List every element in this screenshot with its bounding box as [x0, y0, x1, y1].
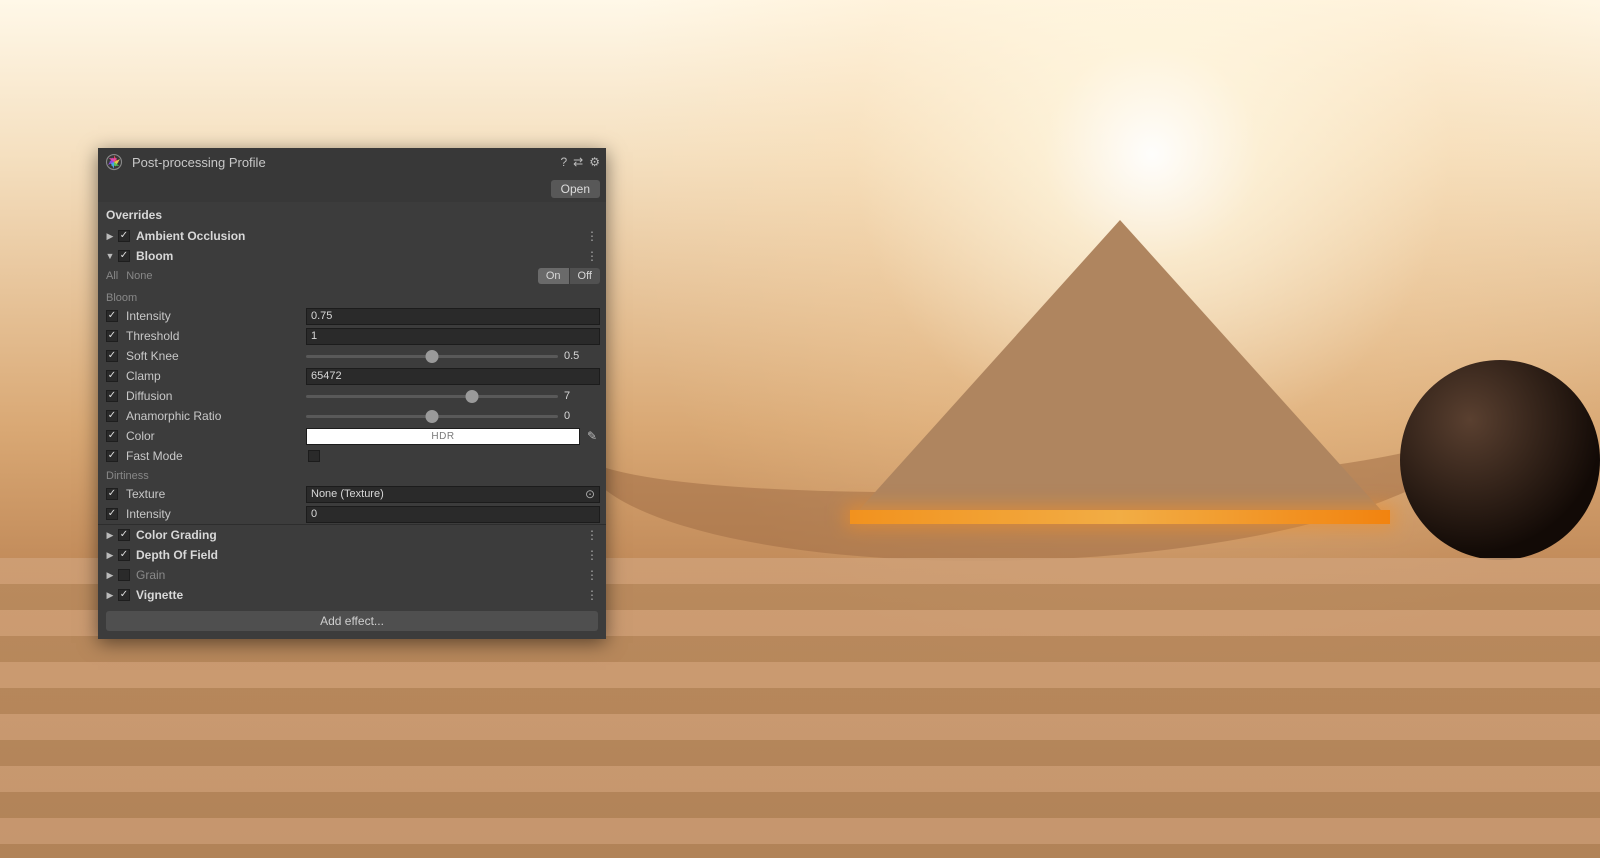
override-label: Vignette [136, 588, 584, 602]
all-none-row: All None On Off [98, 266, 606, 288]
foldout-icon[interactable]: ▶ [104, 570, 116, 581]
checkbox-vignette[interactable] [118, 589, 130, 601]
prop-threshold: Threshold [98, 326, 606, 346]
foldout-icon[interactable]: ▶ [104, 590, 116, 601]
checkbox[interactable] [106, 310, 118, 322]
soft-knee-slider[interactable] [306, 355, 558, 358]
prop-diffusion: Diffusion 7 [98, 386, 606, 406]
prop-label: Diffusion [126, 389, 306, 403]
clamp-field[interactable] [306, 368, 600, 385]
dirt-texture-field[interactable] [306, 486, 600, 503]
anamorphic-slider[interactable] [306, 415, 558, 418]
prop-clamp: Clamp [98, 366, 606, 386]
aperture-icon [104, 152, 124, 172]
checkbox[interactable] [106, 430, 118, 442]
panel-header: Post-processing Profile ? ⇄ ⚙ [98, 148, 606, 176]
checkbox[interactable] [106, 488, 118, 500]
help-icon[interactable]: ? [560, 155, 567, 169]
diffusion-slider[interactable] [306, 395, 558, 398]
open-row: Open [98, 176, 606, 202]
checkbox[interactable] [106, 350, 118, 362]
prop-label: Color [126, 429, 306, 443]
group-label-dirtiness: Dirtiness [98, 466, 606, 484]
diffusion-value[interactable]: 7 [564, 390, 600, 402]
override-color-grading[interactable]: ▶ Color Grading ⋮ [98, 525, 606, 545]
eyedropper-icon[interactable]: ✎ [584, 429, 600, 443]
kebab-icon[interactable]: ⋮ [584, 229, 600, 243]
override-vignette[interactable]: ▶ Vignette ⋮ [98, 585, 606, 605]
foldout-icon[interactable]: ▶ [104, 231, 116, 242]
fast-mode-checkbox-value[interactable] [308, 450, 320, 462]
override-label: Bloom [136, 249, 584, 263]
group-label-bloom: Bloom [98, 288, 606, 306]
override-label: Color Grading [136, 528, 584, 542]
kebab-icon[interactable]: ⋮ [584, 249, 600, 263]
checkbox[interactable] [106, 330, 118, 342]
override-depth-of-field[interactable]: ▶ Depth Of Field ⋮ [98, 545, 606, 565]
prop-fast-mode: Fast Mode [98, 446, 606, 466]
checkbox[interactable] [106, 450, 118, 462]
prop-anamorphic-ratio: Anamorphic Ratio 0 [98, 406, 606, 426]
prop-label: Texture [126, 487, 306, 501]
none-link[interactable]: None [126, 270, 152, 282]
override-label: Grain [136, 568, 584, 582]
all-link[interactable]: All [106, 270, 118, 282]
override-bloom[interactable]: ▼ Bloom ⋮ [98, 246, 606, 266]
checkbox[interactable] [106, 410, 118, 422]
postprocess-panel: Post-processing Profile ? ⇄ ⚙ Open Overr… [98, 148, 606, 639]
checkbox-color-grading[interactable] [118, 529, 130, 541]
prop-color: Color HDR ✎ [98, 426, 606, 446]
prop-label: Intensity [126, 309, 306, 323]
override-label: Depth Of Field [136, 548, 584, 562]
toggle-off[interactable]: Off [569, 268, 600, 284]
panel-title: Post-processing Profile [132, 155, 560, 170]
checkbox[interactable] [106, 370, 118, 382]
prop-label: Threshold [126, 329, 306, 343]
color-swatch[interactable]: HDR [306, 428, 580, 445]
gear-icon[interactable]: ⚙ [589, 155, 600, 169]
toggle-on[interactable]: On [538, 268, 569, 284]
foldout-icon[interactable]: ▶ [104, 530, 116, 541]
checkbox-depth-of-field[interactable] [118, 549, 130, 561]
add-effect-button[interactable]: Add effect... [106, 611, 598, 631]
checkbox-bloom[interactable] [118, 250, 130, 262]
kebab-icon[interactable]: ⋮ [584, 528, 600, 542]
override-label: Ambient Occlusion [136, 229, 584, 243]
override-ambient-occlusion[interactable]: ▶ Ambient Occlusion ⋮ [98, 226, 606, 246]
soft-knee-value[interactable]: 0.5 [564, 350, 600, 362]
object-picker-icon[interactable]: ⊙ [582, 487, 598, 501]
prop-label: Soft Knee [126, 349, 306, 363]
prop-label: Fast Mode [126, 449, 306, 463]
checkbox-grain[interactable] [118, 569, 130, 581]
overrides-heading: Overrides [98, 202, 606, 226]
prop-soft-knee: Soft Knee 0.5 [98, 346, 606, 366]
foldout-icon[interactable]: ▼ [104, 251, 116, 261]
override-grain[interactable]: ▶ Grain ⋮ [98, 565, 606, 585]
prop-intensity: Intensity [98, 306, 606, 326]
kebab-icon[interactable]: ⋮ [584, 588, 600, 602]
kebab-icon[interactable]: ⋮ [584, 568, 600, 582]
checkbox[interactable] [106, 508, 118, 520]
threshold-field[interactable] [306, 328, 600, 345]
prop-dirt-texture: Texture ⊙ [98, 484, 606, 504]
prop-label: Intensity [126, 507, 306, 521]
kebab-icon[interactable]: ⋮ [584, 548, 600, 562]
prop-dirt-intensity: Intensity [98, 504, 606, 524]
prop-label: Anamorphic Ratio [126, 409, 306, 423]
preset-icon[interactable]: ⇄ [573, 155, 583, 169]
prop-label: Clamp [126, 369, 306, 383]
dirt-intensity-field[interactable] [306, 506, 600, 523]
checkbox[interactable] [106, 390, 118, 402]
foldout-icon[interactable]: ▶ [104, 550, 116, 561]
checkbox-ambient-occlusion[interactable] [118, 230, 130, 242]
anamorphic-value[interactable]: 0 [564, 410, 600, 422]
intensity-field[interactable] [306, 308, 600, 325]
open-button[interactable]: Open [551, 180, 600, 198]
